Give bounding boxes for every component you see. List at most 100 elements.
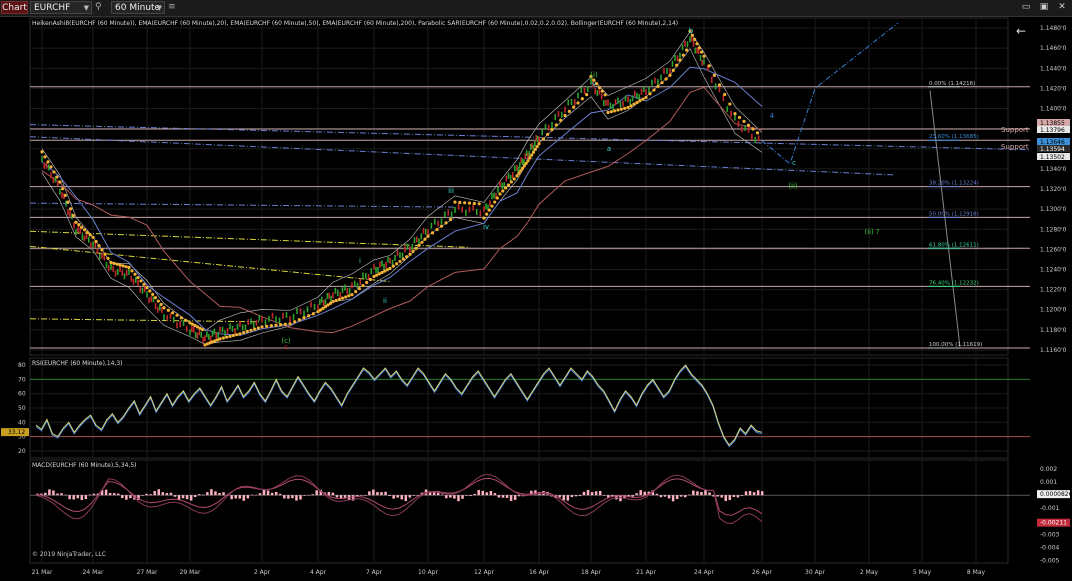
candle — [67, 209, 69, 216]
candle — [411, 243, 414, 250]
macd-bar — [740, 495, 744, 496]
macd-bar — [570, 495, 574, 498]
sar-dot — [253, 327, 257, 331]
macd-bar — [185, 495, 189, 500]
candle — [317, 304, 319, 311]
candle — [219, 326, 221, 333]
candle — [231, 325, 234, 332]
candle — [81, 234, 84, 241]
copyright-text: © 2019 NinjaTrader, LLC — [32, 551, 106, 558]
candle — [505, 175, 508, 182]
candle — [596, 90, 599, 97]
fib-label: 23.60% (1.13685) — [929, 134, 979, 140]
sar-dot — [166, 308, 170, 312]
sar-dot — [124, 265, 128, 269]
candle — [185, 325, 188, 332]
rsi-tick-label: 40 — [18, 419, 26, 426]
macd-bar — [56, 493, 59, 496]
sar-dot — [130, 269, 134, 273]
candle — [211, 330, 214, 337]
period-selector[interactable]: 60 Minute ▼ — [111, 1, 165, 14]
wave-label: c — [792, 159, 796, 167]
x-tick-label: 10 Apr — [418, 569, 438, 576]
candle — [424, 228, 427, 235]
candle — [139, 286, 142, 293]
macd-bar — [724, 495, 727, 501]
wave-label: (i) — [590, 71, 598, 79]
candle — [430, 222, 433, 229]
menu-icon[interactable]: ≡ — [168, 1, 180, 14]
macd-bar — [230, 495, 233, 500]
y-tick-label: 1.1220'0 — [1040, 287, 1067, 294]
sar-dot — [85, 230, 89, 234]
candle — [289, 316, 291, 323]
macd-bar — [760, 491, 764, 496]
candle — [600, 93, 603, 100]
candle — [198, 329, 201, 336]
sar-dot — [472, 201, 476, 206]
candle — [433, 218, 436, 225]
candle — [306, 306, 309, 313]
candle — [406, 243, 409, 250]
sar-dot — [388, 266, 392, 271]
candle — [710, 76, 713, 83]
chart-tab[interactable]: Chart — [1, 1, 28, 14]
macd-panel-title: MACD(EURCHF (60 Minute),5,34,5) — [32, 462, 137, 469]
rsi-tick-label: 60 — [18, 391, 26, 398]
candle — [161, 307, 163, 314]
y-tick-label: 1.1460'0 — [1040, 45, 1067, 52]
macd-bar — [736, 495, 740, 498]
candle — [612, 104, 614, 111]
sar-dot — [337, 297, 341, 301]
macd-bar — [639, 490, 642, 496]
candle — [75, 228, 77, 235]
fib-label: 0.00% (1.14216) — [929, 81, 975, 87]
sar-dot — [218, 337, 222, 341]
sar-dot — [112, 261, 116, 265]
candle — [514, 165, 516, 172]
candle — [617, 97, 619, 104]
candle — [536, 135, 539, 142]
candle — [605, 99, 607, 106]
sar-dot — [115, 262, 119, 266]
candle — [493, 192, 495, 199]
maximize-icon[interactable]: ▣ — [1036, 1, 1052, 14]
rsi-tick-label: 70 — [18, 376, 26, 383]
sar-dot — [288, 322, 292, 326]
sar-dot — [184, 318, 188, 322]
sar-dot — [417, 243, 421, 247]
candle — [636, 92, 638, 99]
candle — [90, 242, 92, 249]
macd-bar — [590, 492, 594, 496]
candle — [236, 323, 239, 330]
sar-dot — [644, 95, 648, 100]
search-icon[interactable]: ⚲ — [95, 1, 107, 14]
candle — [213, 328, 216, 335]
macd-bar — [441, 494, 444, 496]
instrument-selector[interactable]: EURCHF ▼ — [30, 1, 92, 14]
candle — [619, 101, 622, 108]
wave-label: (ii) — [788, 182, 798, 190]
sar-dot — [755, 131, 760, 135]
minimize-icon[interactable]: ▭ — [1018, 1, 1034, 14]
sar-dot — [142, 282, 146, 286]
candle — [740, 126, 743, 133]
sar-dot — [554, 123, 558, 127]
macd-bar — [453, 495, 456, 499]
macd-bar — [692, 490, 695, 496]
candle — [692, 40, 695, 47]
sar-dot — [597, 85, 602, 90]
wave-label: (ii) ? — [864, 228, 880, 236]
sar-dot — [606, 110, 610, 115]
close-icon[interactable]: ✕ — [1054, 1, 1070, 14]
sar-dot — [501, 189, 505, 193]
candle — [394, 254, 396, 261]
sar-dot — [368, 277, 372, 282]
sar-dot — [265, 324, 269, 328]
macd-bar — [242, 495, 246, 501]
candle — [141, 287, 144, 294]
candle — [475, 209, 478, 216]
candle — [217, 331, 219, 338]
candle — [622, 100, 624, 107]
chart-area[interactable]: 0.00% (1.14216) 23.60% (1.13685) 38.20% (1… — [0, 16, 1072, 581]
